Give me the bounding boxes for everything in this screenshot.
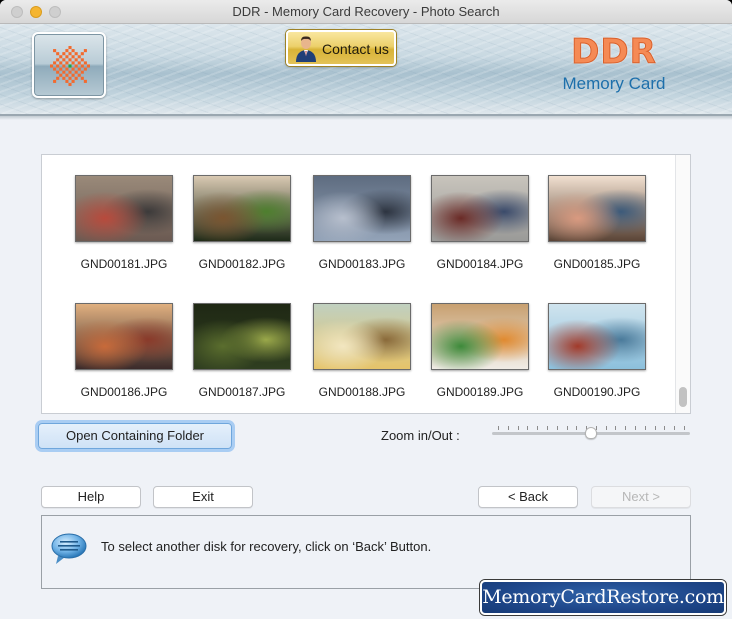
- speech-bubble-icon: [51, 533, 87, 564]
- zoom-label: Zoom in/Out :: [381, 428, 460, 443]
- minimize-window-button[interactable]: [30, 6, 42, 18]
- photo-filename: GND00185.JPG: [553, 257, 641, 271]
- photo-thumbnail[interactable]: [313, 303, 411, 370]
- photo-item[interactable]: GND00184.JPG: [424, 175, 536, 285]
- photo-filename: GND00186.JPG: [80, 385, 168, 399]
- photo-item[interactable]: GND00182.JPG: [186, 175, 298, 285]
- exit-button[interactable]: Exit: [153, 486, 253, 508]
- photo-filename: GND00184.JPG: [436, 257, 524, 271]
- app-logo: [32, 32, 106, 98]
- photo-thumbnail[interactable]: [193, 175, 291, 242]
- zoom-slider-tick: [498, 426, 499, 430]
- photo-results-panel: GND00181.JPG GND00182.JPG GND00183.JPG GND0…: [41, 154, 691, 414]
- photo-filename: GND00189.JPG: [436, 385, 524, 399]
- photo-thumbnail[interactable]: [548, 303, 646, 370]
- support-person-icon: [296, 36, 316, 62]
- contact-us-label: Contact us: [322, 41, 389, 57]
- photo-filename: GND00190.JPG: [553, 385, 641, 399]
- photo-item[interactable]: GND00190.JPG: [541, 303, 653, 413]
- status-message-box: To select another disk for recovery, cli…: [41, 515, 691, 589]
- photo-item[interactable]: GND00183.JPG: [306, 175, 418, 285]
- zoom-slider-tick: [674, 426, 676, 430]
- photo-filename: GND00188.JPG: [318, 385, 406, 399]
- zoom-slider-tick: [546, 426, 548, 430]
- vertical-scrollbar[interactable]: [675, 155, 690, 413]
- status-message: To select another disk for recovery, cli…: [101, 539, 432, 554]
- title-bar: DDR - Memory Card Recovery - Photo Searc…: [0, 0, 732, 24]
- photo-filename: GND00187.JPG: [198, 385, 286, 399]
- zoom-slider-tick: [684, 426, 685, 430]
- zoom-slider-tick: [507, 426, 509, 430]
- zoom-slider-tick: [605, 426, 607, 430]
- photo-thumbnail[interactable]: [548, 175, 646, 242]
- photo-filename: GND00183.JPG: [318, 257, 406, 271]
- next-button[interactable]: Next >: [591, 486, 691, 508]
- photo-thumbnail[interactable]: [75, 175, 173, 242]
- zoom-slider-tick: [537, 426, 539, 430]
- photo-thumbnail[interactable]: [75, 303, 173, 370]
- scrollbar-thumb[interactable]: [679, 387, 687, 407]
- open-containing-folder-button[interactable]: Open Containing Folder: [38, 423, 232, 449]
- photo-thumbnail[interactable]: [313, 175, 411, 242]
- photo-item[interactable]: GND00189.JPG: [424, 303, 536, 413]
- photo-filename: GND00181.JPG: [80, 257, 168, 271]
- photo-filename: GND00182.JPG: [198, 257, 286, 271]
- starburst-logo-icon: [50, 46, 90, 86]
- app-window: DDR - Memory Card Recovery - Photo Searc…: [0, 0, 732, 619]
- zoom-slider-tick: [576, 426, 578, 430]
- photo-item[interactable]: GND00188.JPG: [306, 303, 418, 413]
- brand-logo: DDR Memory Card: [554, 32, 674, 94]
- brand-title: DDR: [571, 32, 657, 73]
- website-watermark: MemoryCardRestore.com: [480, 580, 726, 615]
- close-window-button[interactable]: [11, 6, 23, 18]
- zoom-window-button[interactable]: [49, 6, 61, 18]
- zoom-slider-tick: [625, 426, 627, 430]
- photo-thumbnail[interactable]: [193, 303, 291, 370]
- zoom-slider-tick: [615, 426, 617, 430]
- photo-item[interactable]: GND00187.JPG: [186, 303, 298, 413]
- zoom-slider-tick: [635, 426, 637, 430]
- back-button[interactable]: < Back: [478, 486, 578, 508]
- brand-subtitle: Memory Card: [562, 74, 666, 93]
- photo-thumbnail[interactable]: [431, 175, 529, 242]
- zoom-slider-tick: [654, 426, 656, 430]
- photo-grid: GND00181.JPG GND00182.JPG GND00183.JPG GND0…: [42, 155, 676, 413]
- zoom-slider-tick: [644, 426, 646, 430]
- banner-divider: [0, 116, 732, 120]
- photo-item[interactable]: GND00181.JPG: [68, 175, 180, 285]
- zoom-slider[interactable]: [492, 424, 690, 444]
- window-title: DDR - Memory Card Recovery - Photo Searc…: [232, 4, 500, 19]
- help-button[interactable]: Help: [41, 486, 141, 508]
- zoom-slider-tick: [566, 426, 568, 430]
- header-banner: Contact us DDR Memory Card: [0, 24, 732, 116]
- photo-thumbnail[interactable]: [431, 303, 529, 370]
- zoom-slider-tick: [556, 426, 558, 430]
- contact-us-button[interactable]: Contact us: [286, 30, 396, 66]
- photo-item[interactable]: GND00185.JPG: [541, 175, 653, 285]
- zoom-slider-thumb[interactable]: [585, 427, 597, 439]
- zoom-slider-tick: [527, 426, 529, 430]
- zoom-slider-tick: [517, 426, 519, 430]
- zoom-slider-tick: [664, 426, 666, 430]
- photo-item[interactable]: GND00186.JPG: [68, 303, 180, 413]
